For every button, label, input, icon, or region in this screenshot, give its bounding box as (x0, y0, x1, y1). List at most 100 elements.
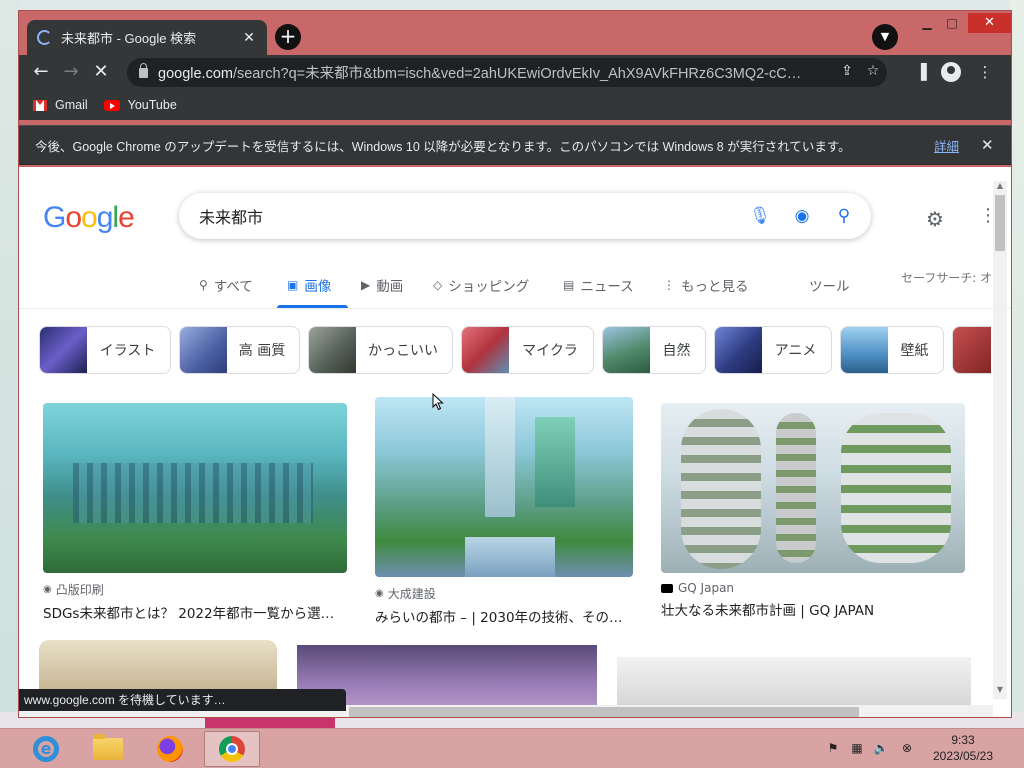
page-viewport: Google 未来都市 🎙 ◉ ⚲ ⚙ ⋮ ⚲ すべて ▣ 画像 ▶ 動画 ◇ ショッピ… (19, 167, 1011, 717)
search-input[interactable]: 未来都市 (199, 204, 745, 228)
bookmark-star-icon[interactable]: ☆ (863, 63, 883, 79)
chip-thumbnail (40, 327, 87, 373)
status-bubble: www.google.com を待機しています… (19, 689, 346, 711)
tools-button[interactable]: ツール (809, 275, 850, 295)
chip-thumbnail (841, 327, 888, 373)
tab-search-button[interactable]: ▼ (872, 24, 898, 50)
notification-close-icon[interactable]: ⊗ (898, 741, 916, 755)
result-thumbnail[interactable] (43, 403, 347, 573)
google-logo[interactable]: Google (43, 201, 135, 235)
search-icon: ⚲ (199, 278, 208, 292)
chrome-icon (219, 736, 245, 762)
vertical-scrollbar[interactable]: ▲ ▼ (993, 181, 1007, 699)
menu-kebab-icon[interactable]: ⋮ (973, 60, 997, 84)
chip-wallpaper[interactable]: 壁紙 (840, 326, 944, 374)
internet-explorer-icon: e (33, 736, 59, 762)
action-center-flag-icon[interactable]: ⚑ (824, 741, 842, 755)
firefox-icon (157, 736, 183, 762)
windows-taskbar: e ⚑ ▦ 🔈 ⊗ 9:33 2023/05/23 (0, 728, 1024, 768)
infobar-message: 今後、Google Chrome のアップデートを受信するには、Windows … (35, 139, 851, 154)
tab-close-icon[interactable]: ✕ (241, 30, 257, 46)
chip-thumbnail (603, 327, 650, 373)
new-tab-button[interactable]: + (275, 24, 301, 50)
image-result-2[interactable]: ◉ 大成建設 みらいの都市 – | 2030年の技術、その… (375, 397, 633, 626)
more-icon: ⋮ (663, 278, 675, 292)
address-bar[interactable]: google.com/search?q=未来都市&tbm=isch&ved=2a… (127, 58, 887, 87)
scroll-down-icon[interactable]: ▼ (993, 685, 1007, 694)
url-text[interactable]: google.com/search?q=未来都市&tbm=isch&ved=2a… (158, 62, 808, 83)
chip-cool[interactable]: かっこいい (308, 326, 453, 374)
globe-icon: ◉ (375, 588, 384, 599)
volume-muted-icon[interactable]: 🔈 (872, 741, 890, 755)
settings-gear-icon[interactable]: ⚙ (926, 207, 944, 231)
tab-images[interactable]: ▣ 画像 (287, 275, 331, 295)
file-explorer-taskbar-button[interactable] (80, 731, 136, 767)
tab-news[interactable]: ▤ ニュース (563, 275, 634, 295)
profile-avatar-icon[interactable] (941, 62, 961, 82)
chip-minecraft[interactable]: マイクラ (461, 326, 594, 374)
side-panel-icon[interactable]: ▐ (909, 60, 933, 84)
result-thumbnail[interactable] (661, 403, 965, 573)
tab-strip: 未来都市 - Google 検索 ✕ + ▼ ▁ □ ✕ (19, 11, 1011, 55)
vertical-scroll-thumb[interactable] (995, 195, 1005, 251)
result-thumbnail[interactable] (375, 397, 633, 577)
result-title[interactable]: SDGs未来都市とは？ 2022年都市一覧から選… (43, 602, 347, 622)
chip-thumbnail (180, 327, 227, 373)
chrome-taskbar-button[interactable] (204, 731, 260, 767)
bookmark-youtube[interactable]: YouTube (103, 98, 177, 112)
system-clock[interactable]: 9:33 2023/05/23 (920, 732, 1006, 764)
tag-icon: ◇ (433, 278, 443, 292)
chip-illust[interactable]: イラスト (39, 326, 171, 374)
browser-toolbar: ← → ✕ google.com/search?q=未来都市&tbm=isch&… (19, 55, 1011, 90)
tab-videos[interactable]: ▶ 動画 (361, 275, 403, 295)
safesearch-label[interactable]: セーフサーチ: オ (901, 269, 992, 286)
forward-button[interactable]: → (59, 60, 83, 84)
image-result-3[interactable]: GQ Japan 壮大なる未来都市計画 | GQ JAPAN (661, 403, 965, 619)
image-icon: ▣ (287, 278, 299, 292)
bookmark-gmail[interactable]: Gmail (33, 98, 88, 112)
back-button[interactable]: ← (29, 60, 53, 84)
lock-icon[interactable] (139, 62, 148, 78)
microphone-icon[interactable]: 🎙 (745, 206, 775, 226)
horizontal-scroll-thumb[interactable] (349, 707, 859, 717)
spiral-tower (841, 413, 951, 563)
video-icon: ▶ (361, 278, 371, 292)
result-title[interactable]: 壮大なる未来都市計画 | GQ JAPAN (661, 599, 965, 619)
chip-thumbnail (953, 327, 991, 373)
clock-date: 2023/05/23 (932, 749, 994, 763)
maximize-button[interactable]: □ (937, 13, 967, 33)
road (465, 537, 555, 577)
share-icon[interactable]: ⇪ (837, 63, 857, 79)
chip-more[interactable] (952, 326, 991, 374)
infobar-details-link[interactable]: 詳細 (934, 136, 959, 155)
scroll-up-icon[interactable]: ▲ (993, 181, 1007, 190)
news-icon: ▤ (563, 278, 575, 292)
chip-anime[interactable]: アニメ (714, 326, 832, 374)
related-chips: イラスト 高 画質 かっこいい マイクラ 自然 アニメ 壁紙 (39, 326, 991, 374)
browser-tab[interactable]: 未来都市 - Google 検索 ✕ (27, 20, 267, 55)
chip-high-quality[interactable]: 高 画質 (179, 326, 300, 374)
desktop-background-left (0, 0, 18, 728)
loading-spinner-icon (37, 30, 52, 45)
bookmarks-bar: Gmail YouTube (19, 90, 1011, 120)
tab-more[interactable]: ⋮ もっと見る (663, 275, 749, 295)
tab-shopping[interactable]: ◇ ショッピング (433, 275, 529, 295)
update-infobar: 今後、Google Chrome のアップデートを受信するには、Windows … (19, 125, 1011, 165)
infobar-close-icon[interactable]: ✕ (981, 136, 995, 154)
camera-lens-icon[interactable]: ◉ (787, 206, 817, 226)
internet-explorer-taskbar-button[interactable]: e (18, 731, 74, 767)
chip-nature[interactable]: 自然 (602, 326, 706, 374)
mouse-cursor-icon (432, 393, 444, 411)
network-icon[interactable]: ▦ (848, 741, 866, 755)
close-window-button[interactable]: ✕ (968, 13, 1011, 33)
search-box[interactable]: 未来都市 🎙 ◉ ⚲ (179, 193, 871, 239)
result-title[interactable]: みらいの都市 – | 2030年の技術、その… (375, 606, 633, 626)
search-icon[interactable]: ⚲ (829, 206, 859, 226)
tab-all[interactable]: ⚲ すべて (199, 275, 253, 295)
chrome-window: 未来都市 - Google 検索 ✕ + ▼ ▁ □ ✕ ← → ✕ googl… (18, 10, 1012, 718)
clock-time: 9:33 (951, 733, 975, 747)
tower (485, 397, 515, 517)
image-result-1[interactable]: ◉ 凸版印刷 SDGs未来都市とは？ 2022年都市一覧から選… (43, 403, 347, 622)
firefox-taskbar-button[interactable] (142, 731, 198, 767)
stop-button[interactable]: ✕ (89, 60, 113, 84)
